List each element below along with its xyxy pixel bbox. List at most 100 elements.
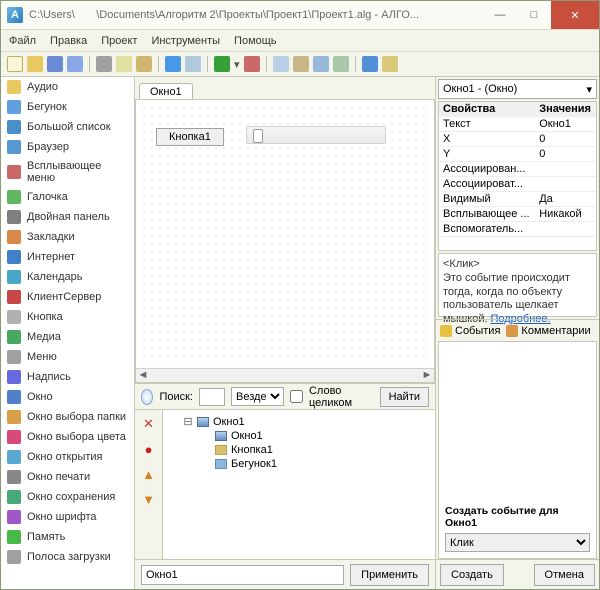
toolbox-item-icon xyxy=(7,230,21,244)
toolbox-sidebar[interactable]: АудиоБегунок Большой список БраузерВсплыва… xyxy=(1,77,135,589)
toolbox-item[interactable]: Меню xyxy=(1,347,134,367)
toolbox-item[interactable]: Кнопка xyxy=(1,307,134,327)
property-row[interactable]: Ассоциирован... xyxy=(439,162,596,177)
toolbox-item[interactable]: Браузер xyxy=(1,137,134,157)
property-row[interactable]: Ассоциироват... xyxy=(439,177,596,192)
toolbox-item-label: Большой список xyxy=(27,121,111,133)
help-icon[interactable] xyxy=(362,56,378,72)
canvas-button1[interactable]: Кнопка1 xyxy=(156,128,224,146)
about-icon[interactable] xyxy=(382,56,398,72)
undo-icon[interactable] xyxy=(165,56,181,72)
toolbox-item[interactable]: Окно открытия xyxy=(1,447,134,467)
menu-project[interactable]: Проект xyxy=(101,35,137,47)
paste-icon[interactable] xyxy=(136,56,152,72)
toolbox-item[interactable]: Полоса загрузки xyxy=(1,547,134,567)
toolbox-item-label: Двойная панель xyxy=(27,211,110,223)
property-row[interactable]: Всплывающее ...Никакой xyxy=(439,207,596,222)
canvas-hscroll[interactable]: ◄► xyxy=(136,368,434,382)
search-input[interactable] xyxy=(199,388,225,406)
property-row[interactable]: ТекстОкно1 xyxy=(439,117,596,132)
tree-down-icon[interactable]: ▼ xyxy=(142,492,155,507)
new-icon[interactable] xyxy=(7,56,23,72)
copy-icon[interactable] xyxy=(116,56,132,72)
toolbox-item[interactable]: Календарь xyxy=(1,267,134,287)
toolbox-item[interactable]: Окно выбора папки xyxy=(1,407,134,427)
toolbox-item[interactable]: Интернет xyxy=(1,247,134,267)
toolbox-item[interactable]: Галочка xyxy=(1,187,134,207)
minimize-button[interactable]: — xyxy=(483,1,517,29)
toolbox-item-icon xyxy=(7,100,21,114)
property-row[interactable]: Вспомогатель... xyxy=(439,222,596,237)
run-dropdown-icon[interactable]: ▾ xyxy=(234,58,240,71)
saveall-icon[interactable] xyxy=(67,56,83,72)
toolbox-item-label: Окно сохранения xyxy=(27,491,115,503)
toolbox-item-icon xyxy=(7,120,21,134)
toolbox-item[interactable]: Память xyxy=(1,527,134,547)
menu-file[interactable]: Файл xyxy=(9,35,36,47)
create-event-button[interactable]: Создать xyxy=(440,564,504,586)
object-name-input[interactable] xyxy=(141,565,344,585)
search-scope-select[interactable]: Везде xyxy=(231,387,284,406)
close-button[interactable]: ✕ xyxy=(551,1,599,29)
toolbox-item-label: Календарь xyxy=(27,271,83,283)
tab-window1[interactable]: Окно1 xyxy=(139,83,193,99)
property-grid[interactable]: СвойстваЗначения ТекстОкно1X0Y0Ассоцииро… xyxy=(438,101,597,251)
apply-button[interactable]: Применить xyxy=(350,564,429,586)
tab-events[interactable]: События xyxy=(440,325,500,337)
property-row[interactable]: X0 xyxy=(439,132,596,147)
property-object-select[interactable]: Окно1 - (Окно)▾ xyxy=(438,79,597,99)
toolbox-item-label: Кнопка xyxy=(27,311,63,323)
toolbox-item[interactable]: Надпись xyxy=(1,367,134,387)
tool-d-icon[interactable] xyxy=(333,56,349,72)
title-bar: А C:\Users\ \Documents\Алгоритм 2\Проект… xyxy=(1,1,599,29)
toolbox-item[interactable]: Всплывающее меню xyxy=(1,157,134,187)
tool-c-icon[interactable] xyxy=(313,56,329,72)
design-canvas[interactable]: Кнопка1 xyxy=(136,100,434,368)
save-icon[interactable] xyxy=(47,56,63,72)
toolbox-item-icon xyxy=(7,250,21,264)
toolbox-item[interactable]: Окно печати xyxy=(1,467,134,487)
maximize-button[interactable]: □ xyxy=(517,1,551,29)
toolbox-item[interactable]: Медиа xyxy=(1,327,134,347)
tree-up-icon[interactable]: ▲ xyxy=(142,467,155,482)
toolbox-item-icon xyxy=(7,140,21,154)
toolbox-item[interactable]: Окно выбора цвета xyxy=(1,427,134,447)
event-type-select[interactable]: Клик xyxy=(445,533,590,552)
toolbox-item[interactable]: Окно xyxy=(1,387,134,407)
menu-help[interactable]: Помощь xyxy=(234,35,277,47)
tree-delete-icon[interactable]: ✕ xyxy=(143,416,154,432)
toolbox-item[interactable]: Бегунок xyxy=(1,97,134,117)
menu-tools[interactable]: Инструменты xyxy=(151,35,220,47)
tool-b-icon[interactable] xyxy=(293,56,309,72)
property-row[interactable]: ВидимыйДа xyxy=(439,192,596,207)
toolbox-item-label: Надпись xyxy=(27,371,71,383)
tree-tools: ✕ ● ▲ ▼ xyxy=(135,410,163,559)
redo-icon[interactable] xyxy=(185,56,201,72)
tab-comments[interactable]: Комментарии xyxy=(506,325,590,337)
lightning-icon xyxy=(440,325,452,337)
open-icon[interactable] xyxy=(27,56,43,72)
cut-icon[interactable] xyxy=(96,56,112,72)
property-row[interactable]: Y0 xyxy=(439,147,596,162)
search-button[interactable]: Найти xyxy=(380,387,429,407)
toolbox-item[interactable]: Аудио xyxy=(1,77,134,97)
toolbox-item[interactable]: Окно шрифта xyxy=(1,507,134,527)
tool-a-icon[interactable] xyxy=(273,56,289,72)
object-tree[interactable]: ⊟Окно1 Окно1 Кнопка1 Бегунок1 xyxy=(163,410,435,559)
run-icon[interactable] xyxy=(214,56,230,72)
toolbox-item[interactable]: Окно сохранения xyxy=(1,487,134,507)
stop-icon[interactable] xyxy=(244,56,260,72)
search-wholeword-checkbox[interactable] xyxy=(290,390,303,403)
toolbox-item-icon xyxy=(7,390,21,404)
window-title: C:\Users\ \Documents\Алгоритм 2\Проекты\… xyxy=(29,9,483,21)
create-event-label: Создать событие для Окно1 xyxy=(445,505,590,529)
tree-record-icon[interactable]: ● xyxy=(145,442,153,457)
toolbox-item[interactable]: КлиентСервер xyxy=(1,287,134,307)
toolbox-item[interactable]: Большой список xyxy=(1,117,134,137)
menu-edit[interactable]: Правка xyxy=(50,35,87,47)
toolbox-item-icon xyxy=(7,370,21,384)
canvas-slider1[interactable] xyxy=(246,126,386,144)
toolbox-item[interactable]: Двойная панель xyxy=(1,207,134,227)
cancel-event-button[interactable]: Отмена xyxy=(534,564,595,586)
toolbox-item[interactable]: Закладки xyxy=(1,227,134,247)
